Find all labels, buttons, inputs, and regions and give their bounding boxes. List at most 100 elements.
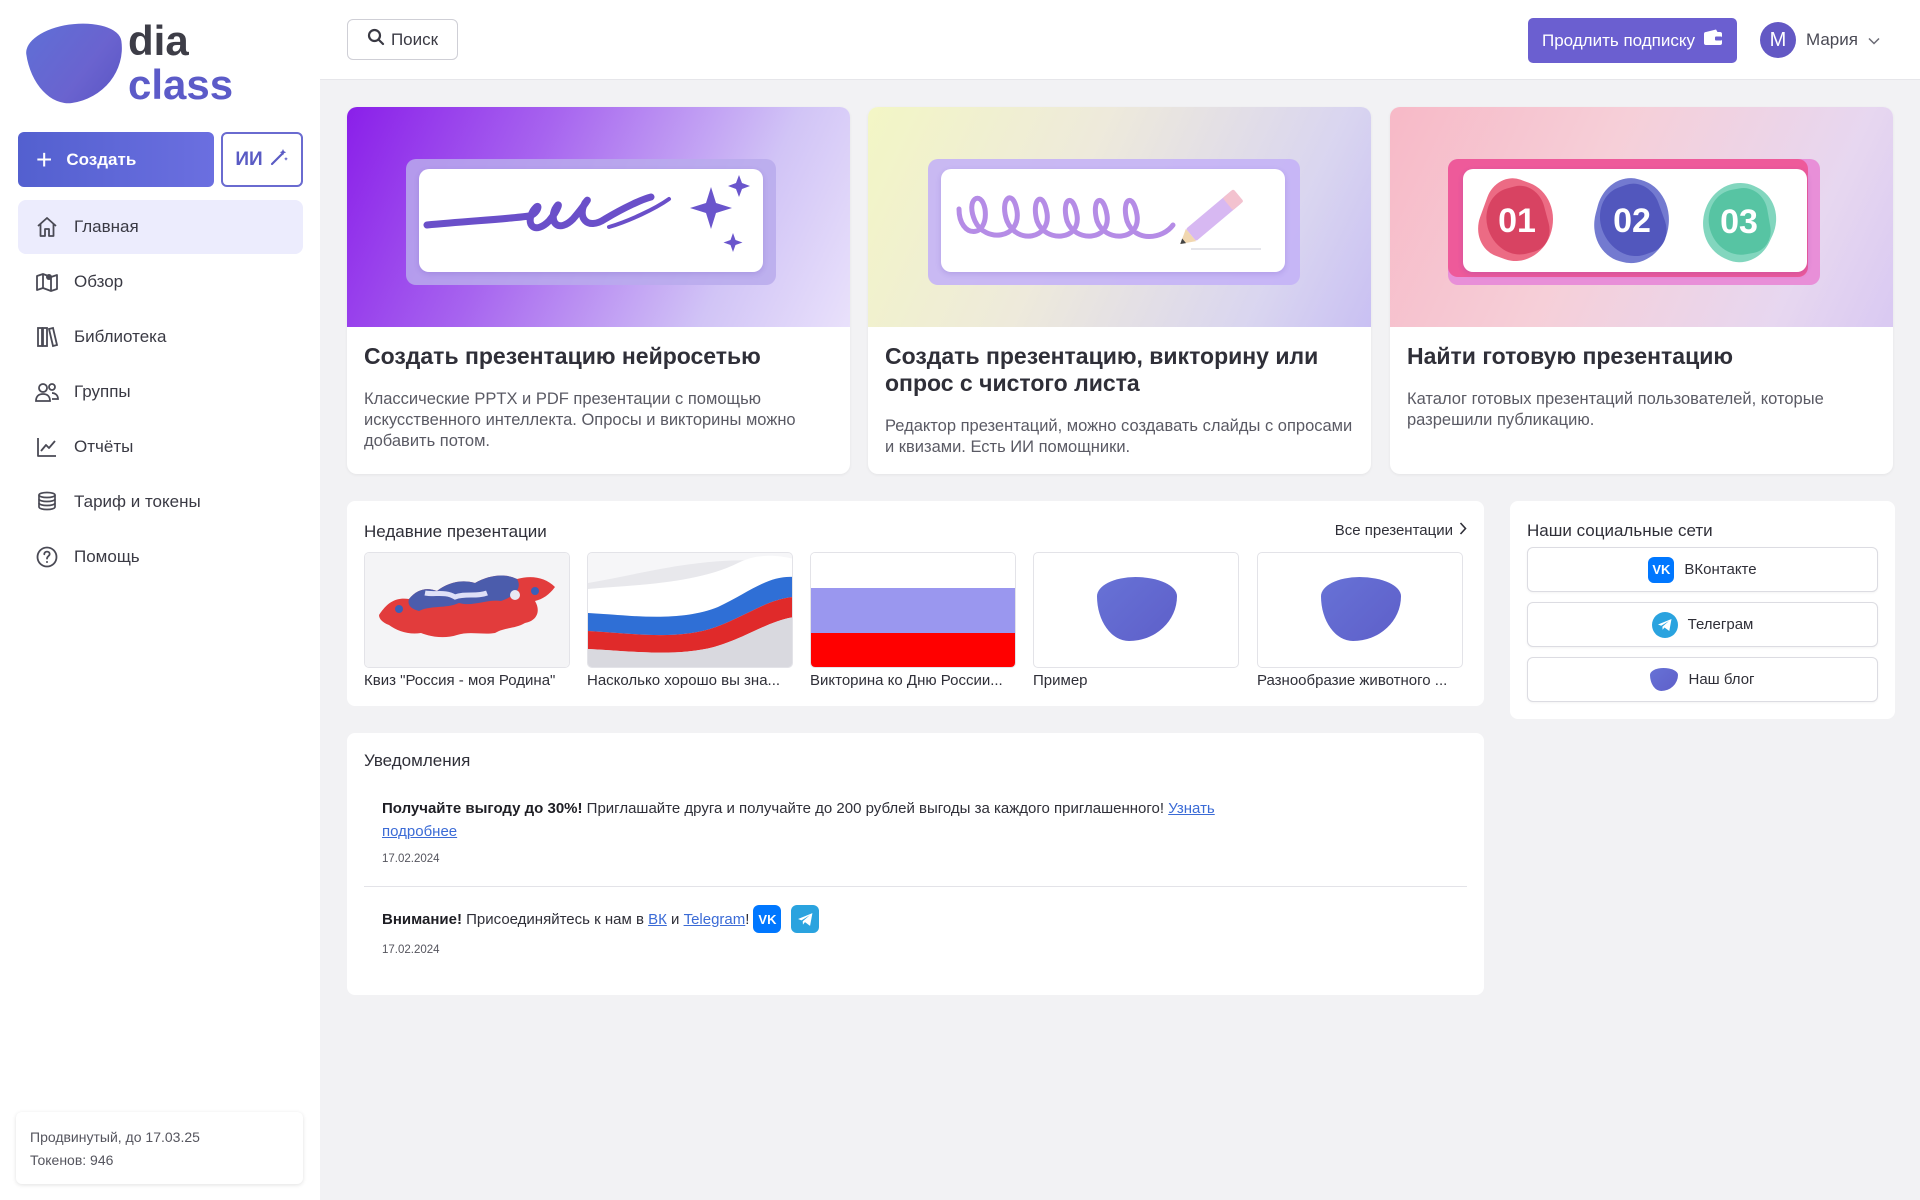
presentation-title[interactable]: Пример bbox=[1033, 672, 1239, 689]
recent-presentations: Недавние презентации Все презентации Кви… bbox=[347, 501, 1484, 706]
presentation-thumbnail[interactable] bbox=[587, 552, 793, 668]
users-icon bbox=[34, 379, 60, 405]
ai-button-label: ИИ bbox=[235, 148, 263, 170]
section-title: Наши социальные сети bbox=[1527, 521, 1713, 540]
home-icon bbox=[34, 214, 60, 240]
coins-icon bbox=[34, 489, 60, 515]
search-icon bbox=[367, 28, 385, 51]
card-title: Найти готовую презентацию bbox=[1407, 343, 1734, 369]
renew-subscription-label: Продлить подписку bbox=[1542, 30, 1695, 50]
vk-button[interactable]: VK ВКонтакте bbox=[1527, 547, 1878, 592]
sidebar-item-label: Обзор bbox=[74, 272, 124, 291]
presentation-title[interactable]: Разнообразие животного ... bbox=[1257, 672, 1463, 689]
diaclass-blob-icon bbox=[1650, 668, 1679, 691]
sidebar-item-label: Библиотека bbox=[74, 327, 167, 346]
telegram-button[interactable]: Телеграм bbox=[1527, 602, 1878, 647]
card-banner: 01 02 03 bbox=[1390, 107, 1893, 327]
user-menu[interactable]: М Мария bbox=[1760, 22, 1880, 58]
user-name: Мария bbox=[1806, 30, 1858, 49]
create-button-label: Создать bbox=[66, 149, 137, 169]
telegram-link[interactable]: Telegram bbox=[684, 908, 746, 931]
presentation-thumbnail[interactable] bbox=[1257, 552, 1463, 668]
sidebar-item-groups[interactable]: Группы bbox=[18, 365, 303, 419]
presentation-title[interactable]: Викторина ко Дню России... bbox=[810, 672, 1016, 689]
plus-icon: + bbox=[36, 143, 53, 175]
section-title: Недавние презентации bbox=[364, 522, 547, 541]
sidebar-item-home[interactable]: Главная bbox=[18, 200, 303, 254]
sidebar-item-label: Помощь bbox=[74, 547, 140, 566]
sidebar-item-help[interactable]: Помощь bbox=[18, 530, 303, 584]
card-illustration bbox=[941, 169, 1285, 272]
search-button[interactable]: Поиск bbox=[347, 19, 458, 60]
russia-map-image bbox=[365, 553, 569, 667]
magic-wand-icon bbox=[269, 147, 289, 173]
flag-white-stripe bbox=[811, 553, 1015, 588]
step-badge: 03 bbox=[1689, 171, 1789, 273]
card-banner bbox=[868, 107, 1371, 327]
vk-link[interactable]: ВК bbox=[648, 908, 667, 931]
chevron-down-icon bbox=[1868, 30, 1880, 50]
sidebar-nav: Главная Обзор Библиотека Группы Отчёты Т… bbox=[18, 200, 303, 585]
search-button-label: Поиск bbox=[390, 29, 439, 49]
step-badge: 02 bbox=[1585, 170, 1679, 272]
notification-item: Получайте выгоду до 30%! Приглашайте дру… bbox=[382, 800, 1215, 840]
renew-subscription-button[interactable]: Продлить подписку bbox=[1528, 18, 1737, 63]
tricolor-waves-image bbox=[588, 553, 792, 667]
telegram-icon[interactable] bbox=[791, 905, 820, 933]
telegram-icon bbox=[1651, 611, 1678, 638]
card-title: Создать презентацию, викторину или опрос… bbox=[885, 343, 1319, 396]
presentation-thumbnail[interactable] bbox=[1033, 552, 1239, 668]
sidebar-item-overview[interactable]: Обзор bbox=[18, 255, 303, 309]
diaclass-blob-icon bbox=[1321, 577, 1401, 641]
social-networks: Наши социальные сети VK ВКонтакте Телегр… bbox=[1510, 501, 1895, 719]
plan-name: Продвинутый, до 17.03.25 bbox=[30, 1129, 200, 1145]
sidebar-item-library[interactable]: Библиотека bbox=[18, 310, 303, 364]
diaclass-blob-icon bbox=[1097, 577, 1177, 641]
divider bbox=[364, 886, 1467, 887]
card-illustration bbox=[419, 169, 763, 272]
wallet-icon bbox=[1703, 29, 1723, 52]
presentation-title[interactable]: Насколько хорошо вы зна... bbox=[587, 672, 793, 689]
card-description: Каталог готовых презентаций пользователе… bbox=[1407, 390, 1824, 429]
sidebar-item-tariff[interactable]: Тариф и токены bbox=[18, 475, 303, 529]
sidebar: dia class + Создать ИИ Главная Обзор Биб… bbox=[0, 0, 320, 1200]
card-create-blank[interactable]: Создать презентацию, викторину или опрос… bbox=[868, 107, 1371, 474]
section-title: Уведомления bbox=[364, 751, 471, 770]
create-button[interactable]: + Создать bbox=[18, 132, 214, 187]
library-icon bbox=[34, 324, 60, 350]
signature-illustration bbox=[423, 175, 750, 252]
chevron-right-icon bbox=[1459, 522, 1467, 539]
map-icon bbox=[34, 269, 60, 295]
card-find-ready[interactable]: 01 02 03 Найти готовую презентацию Катал… bbox=[1390, 107, 1893, 474]
help-icon bbox=[34, 544, 60, 570]
presentation-thumbnail[interactable] bbox=[810, 552, 1016, 668]
presentation-title[interactable]: Квиз "Россия - моя Родина" bbox=[364, 672, 570, 689]
notification-date: 17.02.2024 bbox=[382, 944, 440, 956]
sidebar-item-label: Отчёты bbox=[74, 437, 134, 456]
sidebar-item-label: Тариф и токены bbox=[74, 492, 201, 511]
card-create-ai[interactable]: Создать презентацию нейросетью Классичес… bbox=[347, 107, 850, 474]
logo[interactable]: dia class bbox=[23, 17, 248, 110]
notification-date: 17.02.2024 bbox=[382, 853, 440, 865]
vk-icon: VK bbox=[1648, 556, 1675, 583]
logo-text-class: class bbox=[128, 61, 234, 108]
sidebar-item-label: Главная bbox=[74, 217, 139, 236]
ai-button[interactable]: ИИ bbox=[221, 132, 303, 187]
presentation-thumbnail[interactable] bbox=[364, 552, 570, 668]
sidebar-item-label: Группы bbox=[74, 382, 131, 401]
notifications: Уведомления Получайте выгоду до 30%! При… bbox=[347, 733, 1484, 995]
blog-button[interactable]: Наш блог bbox=[1527, 657, 1878, 702]
card-title: Создать презентацию нейросетью bbox=[364, 343, 761, 369]
card-description: Редактор презентаций, можно создавать сл… bbox=[885, 417, 1353, 456]
logo-blob-icon bbox=[23, 17, 129, 109]
all-presentations-link[interactable]: Все презентации bbox=[1335, 522, 1467, 539]
card-description: Классические PPTX и PDF презентации с по… bbox=[364, 390, 796, 450]
notification-item: Внимание! Присоединяйтесь к нам в ВК и T… bbox=[382, 905, 1472, 933]
vk-icon[interactable]: VK bbox=[753, 905, 782, 933]
sidebar-item-reports[interactable]: Отчёты bbox=[18, 420, 303, 474]
chart-icon bbox=[34, 434, 60, 460]
plan-info: Продвинутый, до 17.03.25 Токенов: 946 bbox=[16, 1112, 303, 1184]
squiggle-pencil-illustration bbox=[956, 189, 1261, 250]
logo-text-dia: dia bbox=[128, 17, 189, 64]
avatar: М bbox=[1760, 22, 1796, 58]
